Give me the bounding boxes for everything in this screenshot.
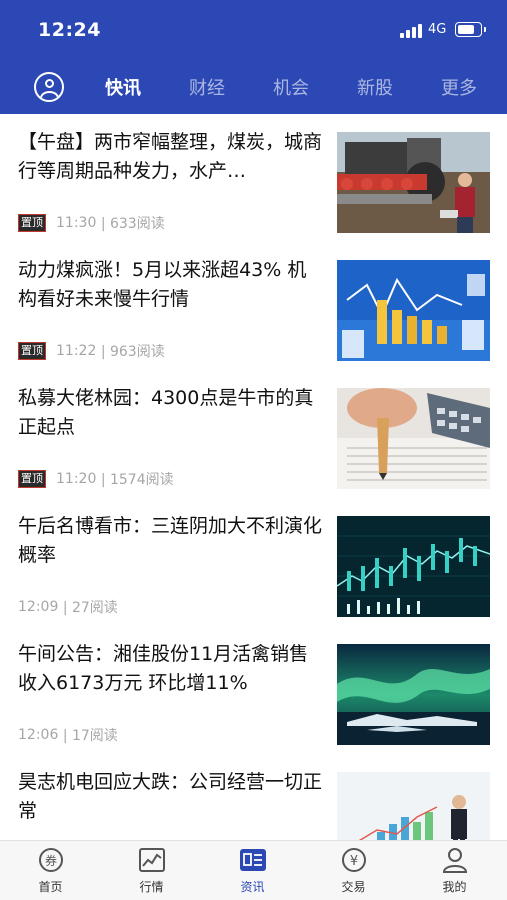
article-thumbnail — [337, 260, 490, 361]
chart-icon — [139, 848, 165, 872]
article-title: 午后名博看市：三连阴加大不利演化概率 — [18, 515, 323, 566]
coupon-icon: 券 — [39, 848, 63, 872]
signal-icon — [400, 24, 422, 38]
tab-xingu[interactable]: 新股 — [357, 74, 393, 100]
pinned-badge: 置顶 — [18, 342, 46, 360]
status-bar: 12:24 4G — [0, 0, 507, 60]
tab-kuaixun[interactable]: 快讯 — [105, 74, 141, 100]
article-title: 【午盘】两市窄幅整理，煤炭，城商行等周期品种发力，水产… — [18, 131, 323, 182]
bottom-nav: 券 首页 行情 资讯 ¥ 交易 我的 — [0, 840, 507, 900]
list-item[interactable]: 私募大佬林园：4300点是牛市的真正起点 置顶 11:20 | 1574阅读 — [0, 370, 507, 498]
article-title: 私募大佬林园：4300点是牛市的真正起点 — [18, 387, 314, 438]
article-title: 动力煤疯涨！5月以来涨超43% 机构看好未来慢牛行情 — [18, 259, 307, 310]
channel-tabs: 快讯 财经 机会 新股 更多 — [0, 66, 507, 108]
nav-label: 资讯 — [240, 880, 265, 894]
pinned-badge: 置顶 — [18, 470, 46, 488]
nav-market[interactable]: 行情 — [101, 841, 202, 900]
yuan-icon: ¥ — [342, 848, 366, 872]
profile-icon — [442, 848, 468, 873]
article-time: 11:30 — [56, 215, 97, 231]
svg-text:券: 券 — [45, 853, 57, 868]
article-title: 午间公告：湘佳股份11月活禽销售收入6173万元 环比增11% — [18, 643, 309, 694]
article-reads: | 17阅读 — [62, 728, 118, 744]
user-avatar-icon[interactable] — [34, 72, 64, 102]
article-time: 12:09 — [18, 599, 59, 615]
article-meta: 置顶 11:22 | 963阅读 — [18, 341, 165, 361]
nav-label: 首页 — [38, 880, 63, 894]
article-reads: | 27阅读 — [62, 600, 118, 616]
article-meta: 置顶 11:20 | 1574阅读 — [18, 469, 174, 489]
article-title: 昊志机电回应大跌：公司经营一切正常 — [18, 771, 323, 822]
network-type: 4G — [428, 22, 447, 37]
battery-icon — [455, 22, 486, 37]
pinned-badge: 置顶 — [18, 214, 46, 232]
article-meta: 12:09 | 27阅读 — [18, 597, 118, 617]
news-icon — [240, 849, 266, 871]
article-reads: | 1574阅读 — [100, 472, 174, 488]
nav-trade[interactable]: ¥ 交易 — [303, 841, 404, 900]
tab-gengduo[interactable]: 更多 — [441, 74, 477, 100]
article-thumbnail — [337, 644, 490, 745]
article-time: 12:06 — [18, 727, 59, 743]
article-thumbnail — [337, 388, 490, 489]
list-item[interactable]: 午后名博看市：三连阴加大不利演化概率 12:09 | 27阅读 — [0, 498, 507, 626]
nav-label: 行情 — [139, 880, 164, 894]
article-reads: | 633阅读 — [100, 216, 165, 232]
article-thumbnail — [337, 516, 490, 617]
article-thumbnail — [337, 132, 490, 233]
article-reads: | 963阅读 — [100, 344, 165, 360]
status-time: 12:24 — [38, 19, 101, 41]
nav-label: 交易 — [341, 880, 366, 894]
nav-label: 我的 — [442, 880, 467, 894]
list-item[interactable]: 午间公告：湘佳股份11月活禽销售收入6173万元 环比增11% 12:06 | … — [0, 626, 507, 754]
article-time: 11:20 — [56, 471, 97, 487]
nav-news[interactable]: 资讯 — [202, 841, 303, 900]
tab-jihui[interactable]: 机会 — [273, 74, 309, 100]
nav-home[interactable]: 券 首页 — [0, 841, 101, 900]
article-meta: 12:06 | 17阅读 — [18, 725, 118, 745]
article-time: 11:22 — [56, 343, 97, 359]
nav-profile[interactable]: 我的 — [404, 841, 505, 900]
article-meta: 置顶 11:30 | 633阅读 — [18, 213, 165, 233]
tab-caijing[interactable]: 财经 — [189, 74, 225, 100]
app-header: 12:24 4G 快讯 财经 机会 新股 更多 — [0, 0, 507, 114]
svg-text:¥: ¥ — [350, 854, 358, 869]
list-item[interactable]: 【午盘】两市窄幅整理，煤炭，城商行等周期品种发力，水产… 置顶 11:30 | … — [0, 114, 507, 242]
list-item[interactable]: 动力煤疯涨！5月以来涨超43% 机构看好未来慢牛行情 置顶 11:22 | 96… — [0, 242, 507, 370]
